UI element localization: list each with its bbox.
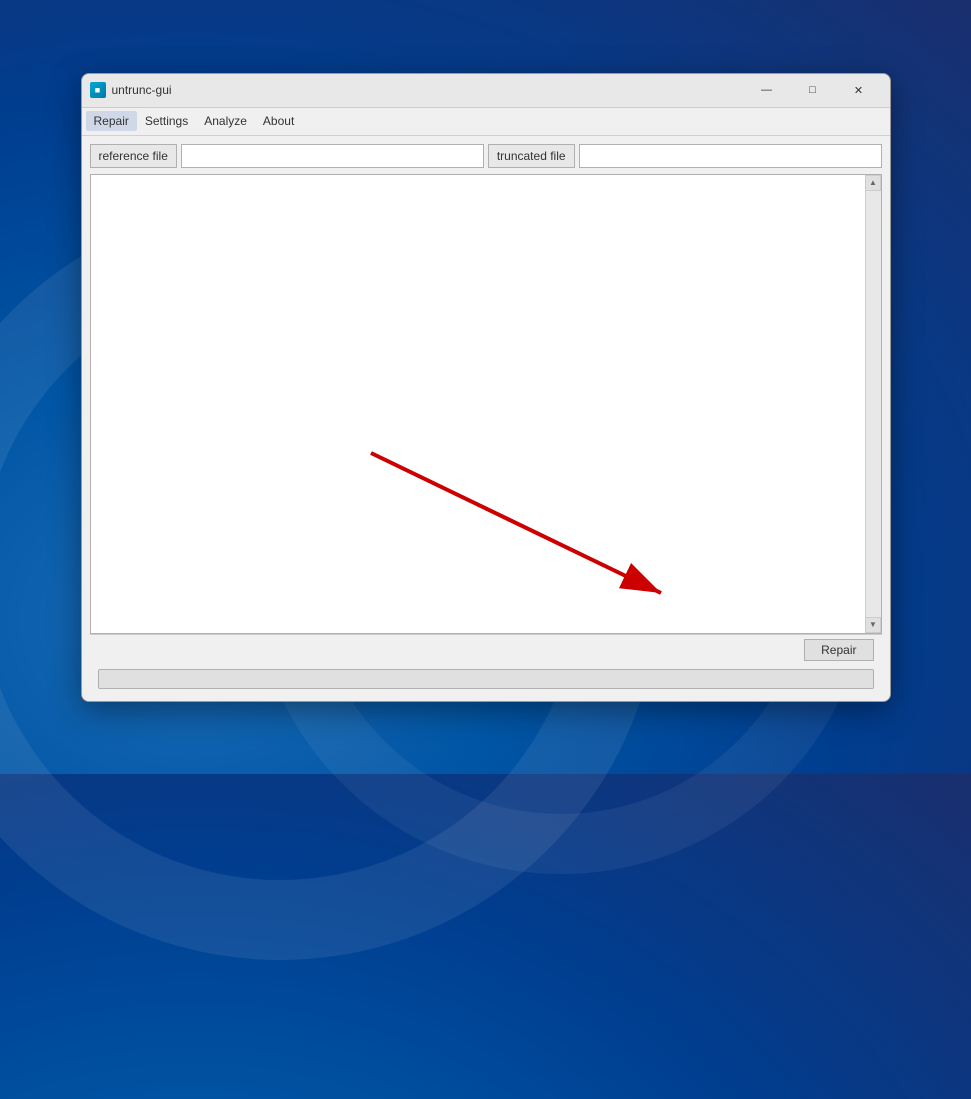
app-icon: ■ (90, 82, 106, 98)
menu-bar: Repair Settings Analyze About (82, 108, 890, 136)
main-window: ■ untrunc-gui — □ ✕ Repair Settings Anal… (81, 73, 891, 702)
red-arrow-annotation (291, 423, 711, 623)
window-controls: — □ ✕ (744, 73, 882, 107)
window-title: untrunc-gui (112, 83, 744, 97)
scroll-down-arrow[interactable]: ▼ (865, 617, 881, 633)
close-button[interactable]: ✕ (836, 73, 882, 107)
truncated-file-input[interactable] (579, 144, 882, 168)
repair-button[interactable]: Repair (804, 639, 873, 661)
progress-bar-container (98, 669, 874, 689)
reference-file-input[interactable] (181, 144, 484, 168)
scroll-track (866, 191, 881, 617)
file-inputs-row: reference file truncated file (90, 144, 882, 168)
menu-item-repair[interactable]: Repair (86, 111, 137, 131)
menu-item-about[interactable]: About (255, 111, 302, 131)
output-area: ▲ ▼ (90, 174, 882, 634)
truncated-file-label: truncated file (488, 144, 575, 168)
content-area: reference file truncated file ▲ ▼ (82, 136, 890, 701)
reference-file-label: reference file (90, 144, 177, 168)
title-bar: ■ untrunc-gui — □ ✕ (82, 74, 890, 108)
maximize-button[interactable]: □ (790, 73, 836, 107)
bottom-bar: Repair (90, 634, 882, 665)
menu-item-settings[interactable]: Settings (137, 111, 196, 131)
menu-item-analyze[interactable]: Analyze (196, 111, 255, 131)
minimize-button[interactable]: — (744, 73, 790, 107)
scroll-up-arrow[interactable]: ▲ (865, 175, 881, 191)
scrollbar[interactable]: ▲ ▼ (865, 175, 881, 633)
